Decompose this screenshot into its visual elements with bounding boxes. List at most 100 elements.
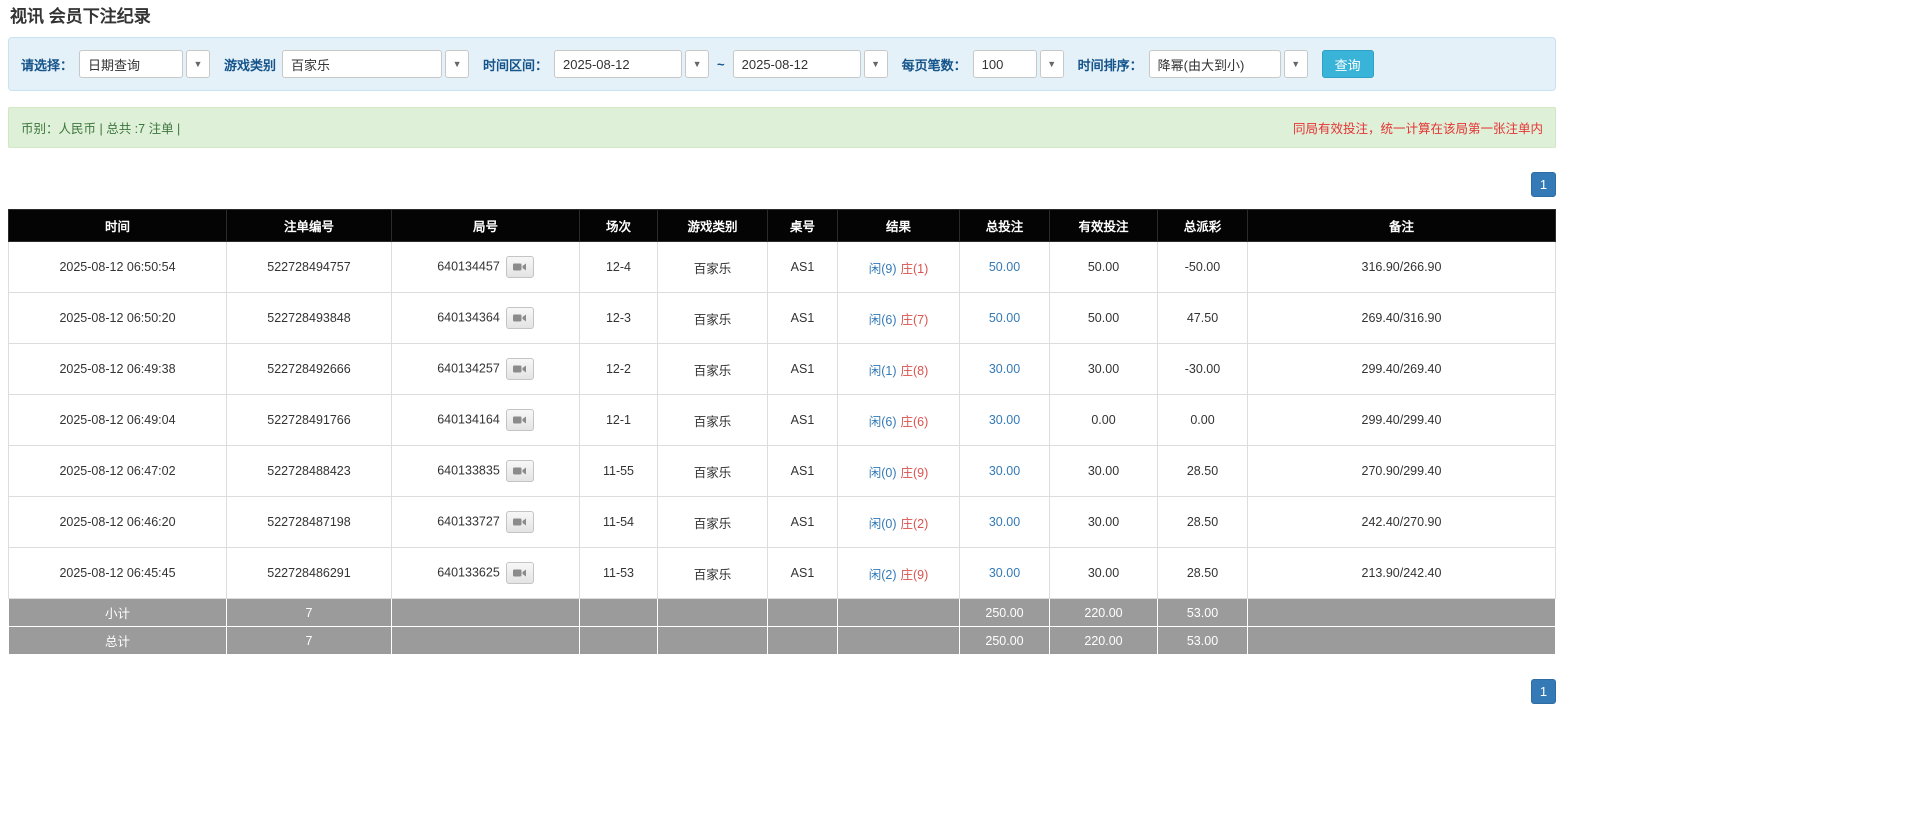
page-1-button[interactable]: 1 (1531, 172, 1556, 197)
range-separator: ~ (717, 57, 725, 72)
table-row: 2025-08-12 06:46:20 522728487198 6401337… (9, 497, 1556, 548)
result-player-value: 闲(6) (869, 415, 897, 429)
total-bet-link[interactable]: 50.00 (989, 260, 1020, 274)
cell-round-id: 640134164 (392, 395, 580, 446)
time-sort-input[interactable] (1149, 50, 1281, 78)
pagination-top: 1 (8, 172, 1556, 197)
round-id-value: 640133835 (437, 463, 500, 477)
round-id-value: 640134364 (437, 310, 500, 324)
cell-session: 12-1 (580, 395, 658, 446)
cell-result: 闲(0) 庄(2) (838, 497, 960, 548)
cell-bet-id: 522728493848 (227, 293, 392, 344)
video-replay-button[interactable] (506, 460, 534, 482)
cell-payout: 28.50 (1158, 446, 1248, 497)
filter-bar: 请选择： ▼ 游戏类别 ▼ 时间区间： ▼ ~ ▼ 每页笔数： ▼ 时间排序： … (8, 37, 1556, 91)
video-camera-icon (513, 262, 526, 272)
result-banker-value: 庄(6) (901, 415, 929, 429)
cell-note: 299.40/299.40 (1248, 395, 1556, 446)
result-banker-value: 庄(2) (901, 517, 929, 531)
cell-payout: -50.00 (1158, 242, 1248, 293)
video-camera-icon (513, 364, 526, 374)
cell-result: 闲(2) 庄(9) (838, 548, 960, 599)
cell-session: 11-55 (580, 446, 658, 497)
cell-note: 213.90/242.40 (1248, 548, 1556, 599)
page-1-button[interactable]: 1 (1531, 679, 1556, 704)
cell-note: 242.40/270.90 (1248, 497, 1556, 548)
cell-game-type: 百家乐 (658, 548, 768, 599)
cell-table: AS1 (768, 344, 838, 395)
total-bet-link[interactable]: 30.00 (989, 566, 1020, 580)
video-replay-button[interactable] (506, 307, 534, 329)
subtotal-label: 小计 (9, 599, 227, 627)
summary-bar: 币别：人民币 | 总共 :7 注单 | 同局有效投注，统一计算在该局第一张注单内 (8, 107, 1556, 148)
table-header: 时间 注单编号 局号 场次 游戏类别 桌号 结果 总投注 有效投注 总派彩 备注 (9, 210, 1556, 242)
per-page-label: 每页笔数： (902, 55, 967, 74)
video-replay-button[interactable] (506, 409, 534, 431)
table-row: 2025-08-12 06:45:45 522728486291 6401336… (9, 548, 1556, 599)
game-type-label: 游戏类别 (224, 55, 276, 74)
cell-payout: -30.00 (1158, 344, 1248, 395)
video-replay-button[interactable] (506, 511, 534, 533)
cell-payout: 28.50 (1158, 497, 1248, 548)
total-bet-link[interactable]: 30.00 (989, 515, 1020, 529)
cell-result: 闲(0)庄(9) (838, 446, 960, 497)
cell-time: 2025-08-12 06:50:54 (9, 242, 227, 293)
query-type-combo: ▼ (79, 50, 210, 78)
video-replay-button[interactable] (506, 256, 534, 278)
total-label: 总计 (9, 627, 227, 655)
subtotal-total-bet: 250.00 (960, 599, 1050, 627)
cell-game-type: 百家乐 (658, 344, 768, 395)
cell-bet-id: 522728487198 (227, 497, 392, 548)
col-header-total-bet: 总投注 (960, 210, 1050, 242)
col-header-valid-bet: 有效投注 (1050, 210, 1158, 242)
result-player-value: 闲(2) (869, 568, 897, 582)
total-bet-link[interactable]: 30.00 (989, 464, 1020, 478)
video-camera-icon (513, 517, 526, 527)
col-header-game-type: 游戏类别 (658, 210, 768, 242)
cell-result: 闲(6) 庄(6) (838, 395, 960, 446)
cell-total-bet: 30.00 (960, 497, 1050, 548)
table-row: 2025-08-12 06:47:02 522728488423 6401338… (9, 446, 1556, 497)
cell-session: 11-54 (580, 497, 658, 548)
pagination-bottom: 1 (8, 679, 1556, 704)
total-bet-link[interactable]: 30.00 (989, 413, 1020, 427)
date-to-input[interactable] (733, 50, 861, 78)
cell-game-type: 百家乐 (658, 395, 768, 446)
result-banker-value: 庄(9) (901, 568, 929, 582)
table-row: 2025-08-12 06:50:54 522728494757 6401344… (9, 242, 1556, 293)
video-replay-button[interactable] (506, 562, 534, 584)
video-camera-icon (513, 568, 526, 578)
date-to-caret-button[interactable]: ▼ (864, 50, 888, 78)
cell-payout: 0.00 (1158, 395, 1248, 446)
cell-payout: 28.50 (1158, 548, 1248, 599)
chevron-down-icon: ▼ (194, 59, 203, 69)
cell-result: 闲(1)庄(8) (838, 344, 960, 395)
per-page-caret-button[interactable]: ▼ (1040, 50, 1064, 78)
chevron-down-icon: ▼ (1291, 59, 1300, 69)
total-payout: 53.00 (1158, 627, 1248, 655)
video-camera-icon (513, 313, 526, 323)
cell-total-bet: 30.00 (960, 446, 1050, 497)
game-type-caret-button[interactable]: ▼ (445, 50, 469, 78)
query-type-caret-button[interactable]: ▼ (186, 50, 210, 78)
total-bet-link[interactable]: 30.00 (989, 362, 1020, 376)
cell-total-bet: 50.00 (960, 293, 1050, 344)
col-header-time: 时间 (9, 210, 227, 242)
per-page-input[interactable] (973, 50, 1037, 78)
table-row: 2025-08-12 06:50:20 522728493848 6401343… (9, 293, 1556, 344)
chevron-down-icon: ▼ (453, 59, 462, 69)
game-type-combo: ▼ (282, 50, 469, 78)
game-type-input[interactable] (282, 50, 442, 78)
total-bet-link[interactable]: 50.00 (989, 311, 1020, 325)
round-id-value: 640133625 (437, 565, 500, 579)
cell-time: 2025-08-12 06:45:45 (9, 548, 227, 599)
search-button[interactable]: 查询 (1322, 50, 1374, 78)
date-from-input[interactable] (554, 50, 682, 78)
time-sort-caret-button[interactable]: ▼ (1284, 50, 1308, 78)
video-replay-button[interactable] (506, 358, 534, 380)
date-from-caret-button[interactable]: ▼ (685, 50, 709, 78)
result-player-value: 闲(0) (869, 517, 897, 531)
col-header-payout: 总派彩 (1158, 210, 1248, 242)
query-type-input[interactable] (79, 50, 183, 78)
result-banker-value: 庄(8) (901, 364, 929, 378)
